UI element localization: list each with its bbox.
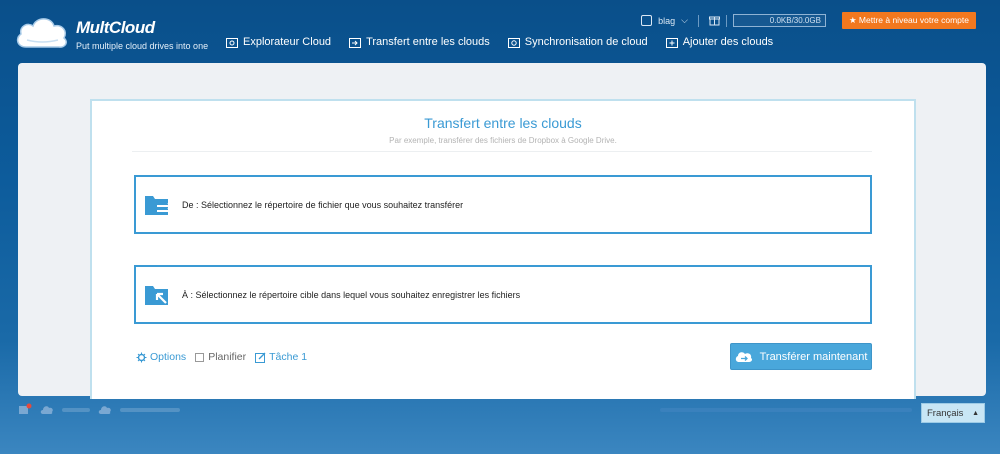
gift-icon: [708, 16, 720, 26]
nav-cloud-explorer[interactable]: Explorateur Cloud: [226, 36, 331, 48]
divider: [697, 14, 699, 27]
chevron-down-icon: ⌵: [681, 15, 688, 25]
storage-quota: 0.0KB/30.0GB: [708, 14, 826, 27]
upgrade-button[interactable]: ★ Mettre à niveau votre compte: [841, 12, 976, 29]
target-label: À : Sélectionnez le répertoire cible dan…: [182, 289, 521, 300]
user-icon: [641, 15, 653, 26]
header-right: blag ⌵ 0.0KB/30.0GB ★ Mettre à niveau vo…: [641, 12, 976, 29]
sync-icon: [507, 37, 520, 48]
footer-blurred-text: [62, 408, 90, 412]
options-label: Options: [150, 351, 187, 363]
checkbox[interactable]: [195, 352, 205, 362]
brand-name: MultCloud: [76, 18, 155, 37]
language-selector[interactable]: Français ▲: [921, 403, 985, 423]
language-label: Français: [927, 407, 964, 419]
footer-blurred-text: [120, 408, 180, 412]
task-name-edit[interactable]: Tâche 1: [255, 351, 307, 363]
edit-icon: [255, 352, 266, 363]
transfer-arrow-icon: [349, 37, 362, 48]
task-name: Tâche 1: [269, 351, 308, 363]
transfer-card: Transfert entre les clouds Par exemple, …: [90, 99, 916, 399]
transfer-button-label: Transférer maintenant: [759, 350, 868, 363]
cloud-icon[interactable]: [40, 405, 54, 415]
transfer-now-button[interactable]: Transférer maintenant: [730, 343, 872, 370]
folder-cloud-icon: [226, 37, 238, 48]
schedule-checkbox[interactable]: Planifier: [195, 351, 246, 363]
brand-logo[interactable]: MultCloud Put multiple cloud drives into…: [14, 12, 208, 52]
cloud-icon[interactable]: [98, 405, 112, 415]
source-directory-selector[interactable]: De : Sélectionnez le répertoire de fichi…: [134, 175, 872, 234]
footer-links: [660, 408, 912, 412]
nav-label: Ajouter des clouds: [682, 36, 774, 48]
nav-label: Explorateur Cloud: [243, 36, 332, 48]
footer-left: [18, 403, 180, 417]
cloud-logo-icon: [16, 18, 67, 48]
username: blag: [658, 15, 676, 26]
notification-icon[interactable]: [18, 403, 32, 417]
gear-icon: [136, 352, 147, 362]
folder-import-icon: [145, 285, 168, 305]
add-cloud-icon: [665, 37, 678, 48]
task-options-row: Options Planifier Tâche 1: [136, 351, 307, 363]
quota-bar: 0.0KB/30.0GB: [732, 14, 826, 27]
page-title: Transfert entre les clouds: [424, 115, 582, 131]
nav-cloud-sync[interactable]: Synchronisation de cloud: [507, 36, 648, 48]
caret-up-icon: ▲: [972, 409, 979, 417]
cloud-transfer-icon: [735, 352, 752, 362]
options-button[interactable]: Options: [136, 351, 186, 363]
nav-label: Synchronisation de cloud: [524, 36, 648, 48]
page-subtitle: Par exemple, transférer des fichiers de …: [389, 136, 617, 145]
brand-tagline: Put multiple cloud drives into one: [76, 41, 209, 51]
target-directory-selector[interactable]: À : Sélectionnez le répertoire cible dan…: [134, 265, 872, 324]
schedule-label: Planifier: [208, 351, 247, 363]
divider: [725, 14, 727, 27]
main-nav: Explorateur Cloud Transfert entre les cl…: [226, 36, 773, 48]
folder-export-icon: [145, 195, 174, 215]
divider: [132, 151, 872, 152]
nav-add-clouds[interactable]: Ajouter des clouds: [665, 36, 774, 48]
main-panel: Transfert entre les clouds Par exemple, …: [18, 63, 986, 399]
nav-cloud-transfer[interactable]: Transfert entre les clouds: [349, 36, 490, 48]
user-menu[interactable]: blag ⌵: [641, 15, 688, 26]
source-label: De : Sélectionnez le répertoire de fichi…: [182, 199, 464, 210]
nav-label: Transfert entre les clouds: [366, 36, 490, 48]
